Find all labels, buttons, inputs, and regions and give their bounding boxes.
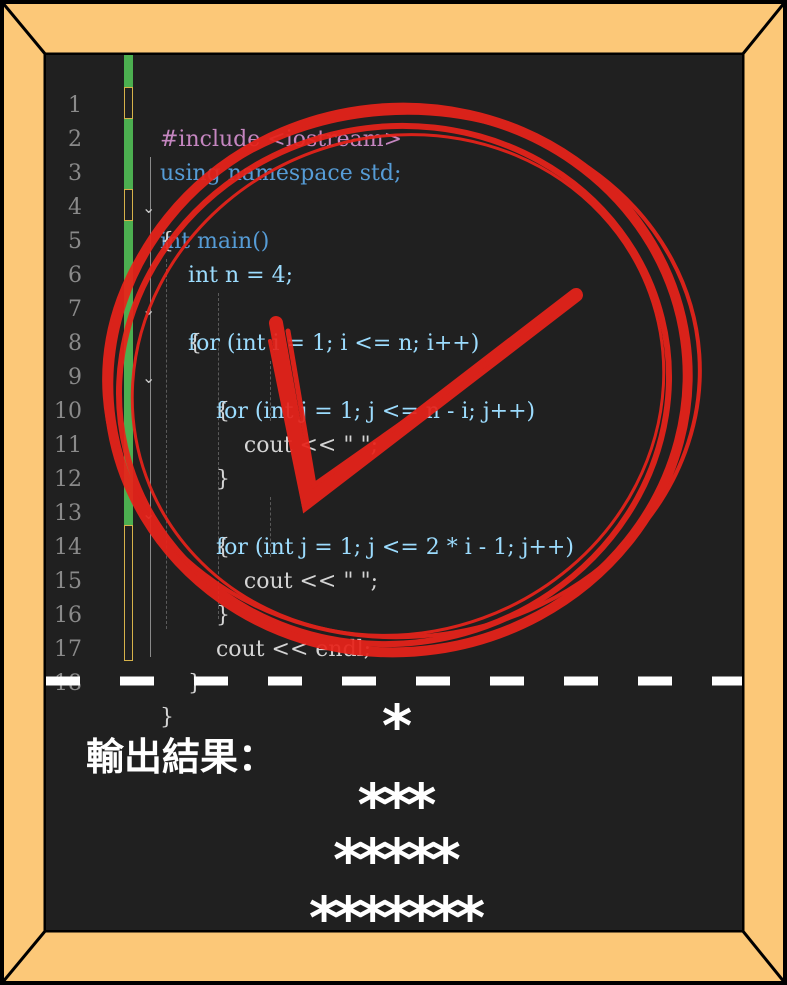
- code-line: 12 ⌄ for (int j = 1; j <= 2 * i - 1; j++…: [46, 429, 742, 560]
- code-line: 5 int n = 4;: [46, 191, 742, 288]
- code-line: 8 ⌄ for (int j = 1; j <= n - i; j++): [46, 293, 742, 424]
- dashed-divider: [46, 676, 742, 686]
- code-line: 13 {: [46, 463, 742, 560]
- code-line: 18 }: [46, 633, 742, 730]
- chalkboard: 1 #include <iostream> 2 using namespace …: [46, 55, 742, 930]
- code-line: 9 {: [46, 327, 742, 424]
- code-line: 6 ⌄ for (int i = 1; i <= n; i++): [46, 225, 742, 356]
- star-row: *******: [308, 884, 485, 930]
- code-line: 1 #include <iostream>: [46, 55, 742, 152]
- code-line: 15 }: [46, 531, 742, 628]
- code-line: 7 {: [46, 259, 742, 356]
- code-line: 11 }: [46, 395, 742, 492]
- code-line: 16 cout << endl;: [46, 565, 742, 662]
- code-line: 3 ⌄ int main(): [46, 123, 742, 254]
- code-line: 17 }: [46, 599, 742, 696]
- code-line: 14 cout << " ";: [46, 497, 742, 594]
- star-row: *****: [333, 826, 461, 894]
- code-line: 4 {: [46, 157, 742, 254]
- code-line: 2 using namespace std;: [46, 89, 742, 186]
- star-row: *: [381, 692, 412, 760]
- code-line: 10 cout << " ";: [46, 361, 742, 458]
